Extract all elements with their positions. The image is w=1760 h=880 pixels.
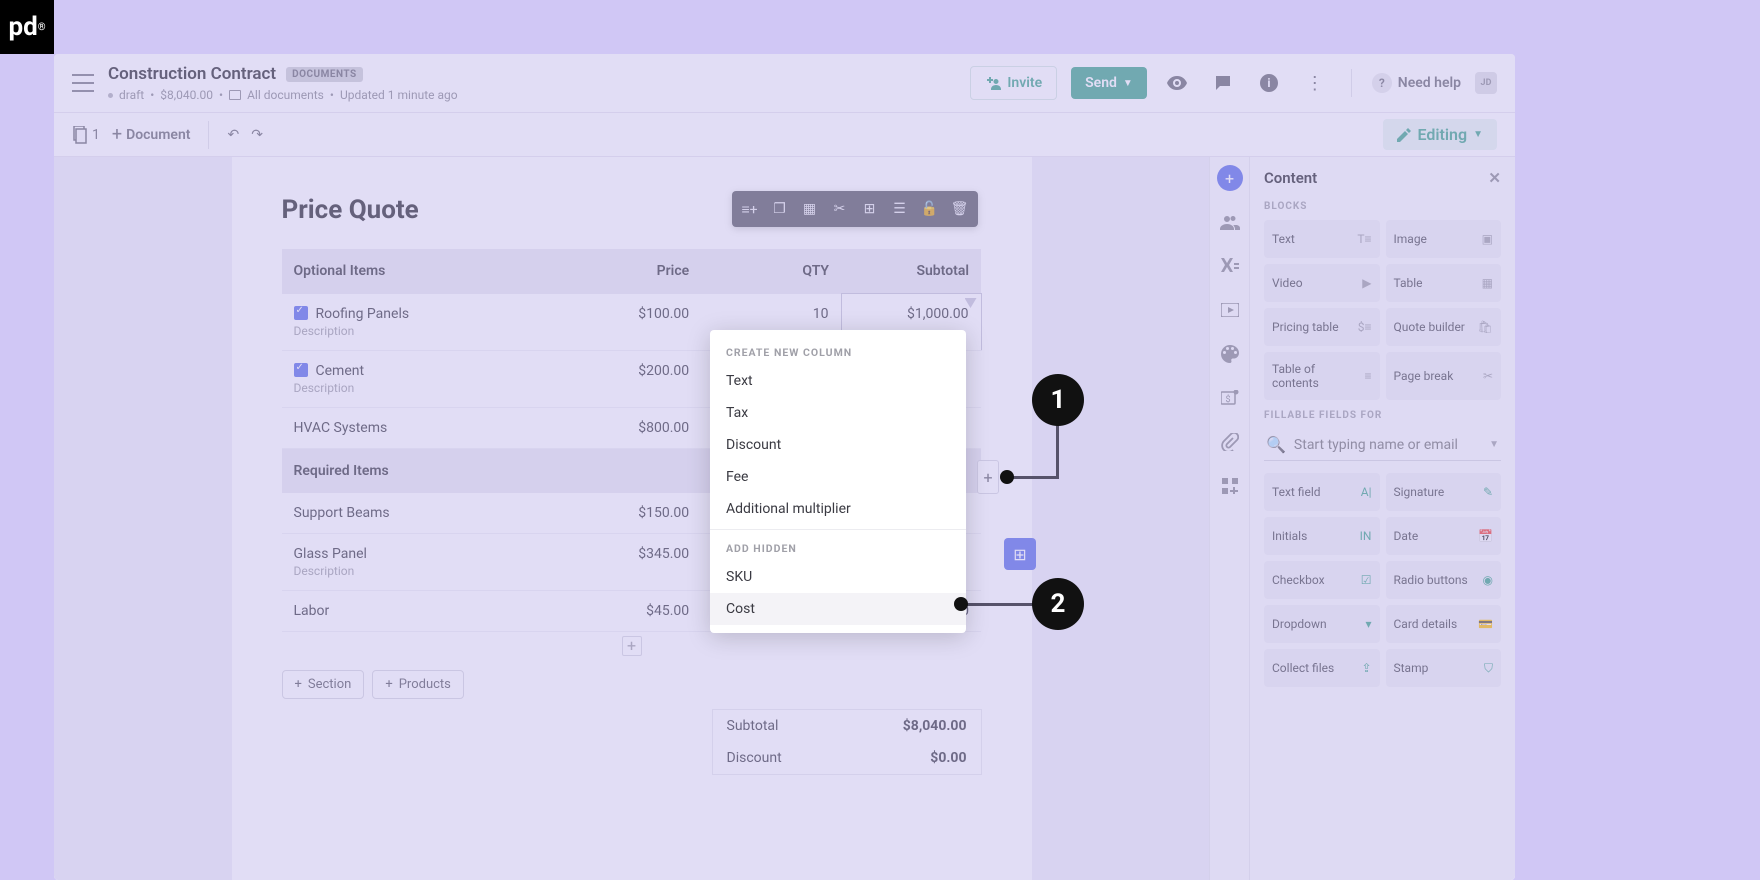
info-icon[interactable]: i <box>1253 67 1285 99</box>
dropdown-item-tax[interactable]: Tax <box>710 397 966 429</box>
person-plus-icon <box>985 76 1001 90</box>
editing-mode-button[interactable]: Editing▼ <box>1383 119 1497 150</box>
status-text: draft <box>119 88 144 102</box>
annotation-dot <box>1000 470 1014 484</box>
updated-text: Updated 1 minute ago <box>340 88 458 102</box>
block-page-break[interactable]: Page break✂ <box>1386 352 1502 400</box>
close-icon[interactable]: ✕ <box>1488 169 1501 187</box>
folder-icon <box>229 90 241 100</box>
dropdown-item-text[interactable]: Text <box>710 365 966 397</box>
col-heading-subtotal: Subtotal <box>841 249 981 294</box>
canvas[interactable]: Price Quote ≡+ ❐ ▦ ✂ ⊞ ☰ 🔓 🗑 Optional It… <box>54 157 1209 880</box>
field-initials[interactable]: InitialsIN <box>1264 517 1380 555</box>
document-title: Construction Contract <box>108 64 276 84</box>
brand-logo: pd® <box>0 0 54 54</box>
floating-add-button[interactable]: ⊞ <box>1004 538 1036 570</box>
col-heading-price: Price <box>561 249 701 294</box>
add-row-icon[interactable]: ≡+ <box>736 195 764 223</box>
block-quote-builder[interactable]: Quote builder🛍 <box>1386 308 1502 346</box>
undo-button[interactable]: ↶ <box>227 127 239 143</box>
menu-icon[interactable] <box>72 74 94 92</box>
chevron-down-icon[interactable]: ▼ <box>1489 439 1499 450</box>
add-column-button[interactable]: + <box>977 460 999 494</box>
dropdown-item-cost[interactable]: Cost <box>710 593 966 625</box>
duplicate-icon[interactable]: ❐ <box>766 195 794 223</box>
block-table[interactable]: Table▦ <box>1386 264 1502 302</box>
need-help-button[interactable]: ?Need help <box>1372 73 1461 93</box>
checkbox-icon[interactable] <box>294 363 308 377</box>
side-rail: + $ <box>1209 157 1249 880</box>
block-toc[interactable]: Table of contents≡ <box>1264 352 1380 400</box>
more-icon[interactable]: ⋮ <box>1299 67 1331 99</box>
redo-button[interactable]: ↷ <box>251 127 263 143</box>
add-products-button[interactable]: +Products <box>372 670 464 699</box>
annotation-1: 1 <box>1032 374 1084 426</box>
rail-design-icon[interactable] <box>1217 297 1243 323</box>
field-dropdown[interactable]: Dropdown▾ <box>1264 605 1380 643</box>
field-date[interactable]: Date📅 <box>1386 517 1502 555</box>
dropdown-item-multiplier[interactable]: Additional multiplier <box>710 493 966 525</box>
delete-icon[interactable]: 🗑 <box>946 195 974 223</box>
field-signature[interactable]: Signature✎ <box>1386 473 1502 511</box>
lock-icon[interactable]: 🔓 <box>916 195 944 223</box>
field-text[interactable]: Text fieldA| <box>1264 473 1380 511</box>
dropdown-item-fee[interactable]: Fee <box>710 461 966 493</box>
document-type-badge: DOCUMENTS <box>286 67 363 82</box>
totals-box: Subtotal$8,040.00 Discount$0.00 <box>712 709 982 775</box>
dropdown-item-discount[interactable]: Discount <box>710 429 966 461</box>
folder-name[interactable]: All documents <box>247 88 324 102</box>
annotation-2: 2 <box>1032 578 1084 630</box>
block-image[interactable]: Image▣ <box>1386 220 1502 258</box>
amount-text: $8,040.00 <box>160 88 213 102</box>
doc-toolbar: 1 +Document ↶ ↷ Editing▼ <box>54 113 1515 157</box>
col-heading-qty: QTY <box>701 249 841 294</box>
comment-icon[interactable] <box>1207 67 1239 99</box>
status-dot <box>108 93 113 98</box>
cut-icon[interactable]: ✂ <box>826 195 854 223</box>
rail-variables-icon[interactable] <box>1217 253 1243 279</box>
dropdown-item-sku[interactable]: SKU <box>710 561 966 593</box>
annotation-dot <box>954 597 968 611</box>
field-checkbox[interactable]: Checkbox☑ <box>1264 561 1380 599</box>
avatar[interactable]: JD <box>1475 72 1497 94</box>
svg-text:i: i <box>1267 76 1270 90</box>
search-icon: 🔍 <box>1266 435 1286 454</box>
content-panel: Content✕ BLOCKS TextT≡ Image▣ Video▶ Tab… <box>1249 157 1515 880</box>
add-document-button[interactable]: +Document <box>112 124 191 145</box>
settings-icon[interactable]: ☰ <box>886 195 914 223</box>
field-stamp[interactable]: Stamp⛉ <box>1386 649 1502 687</box>
send-button[interactable]: Send ▼ <box>1071 67 1147 99</box>
rail-workflow-icon[interactable]: $ <box>1217 385 1243 411</box>
col-heading-name: Optional Items <box>282 249 562 294</box>
column-type-dropdown: CREATE NEW COLUMN Text Tax Discount Fee … <box>710 330 966 633</box>
page-count-button[interactable]: 1 <box>72 126 100 144</box>
add-row-button[interactable]: + <box>622 636 642 656</box>
preview-icon[interactable] <box>1161 67 1193 99</box>
rail-apps-icon[interactable] <box>1217 473 1243 499</box>
rail-attach-icon[interactable] <box>1217 429 1243 455</box>
table-context-toolbar: ≡+ ❐ ▦ ✂ ⊞ ☰ 🔓 🗑 <box>732 191 978 227</box>
block-text[interactable]: TextT≡ <box>1264 220 1380 258</box>
rail-add-icon[interactable]: + <box>1217 165 1243 191</box>
rail-people-icon[interactable] <box>1217 209 1243 235</box>
pencil-icon <box>1397 128 1411 142</box>
add-section-button[interactable]: +Section <box>282 670 365 699</box>
insert-icon[interactable]: ⊞ <box>856 195 884 223</box>
invite-button[interactable]: Invite <box>970 66 1057 100</box>
search-input[interactable] <box>1294 437 1481 453</box>
field-card[interactable]: Card details💳 <box>1386 605 1502 643</box>
field-radio[interactable]: Radio buttons◉ <box>1386 561 1502 599</box>
block-video[interactable]: Video▶ <box>1264 264 1380 302</box>
header-bar: Construction Contract DOCUMENTS draft • … <box>54 54 1515 113</box>
field-collect-files[interactable]: Collect files⇪ <box>1264 649 1380 687</box>
checkbox-icon[interactable] <box>294 306 308 320</box>
svg-text:$: $ <box>1225 394 1230 405</box>
recipient-search[interactable]: 🔍 ▼ <box>1264 429 1501 461</box>
block-pricing-table[interactable]: Pricing table$≡ <box>1264 308 1380 346</box>
grid-icon[interactable]: ▦ <box>796 195 824 223</box>
rail-theme-icon[interactable] <box>1217 341 1243 367</box>
